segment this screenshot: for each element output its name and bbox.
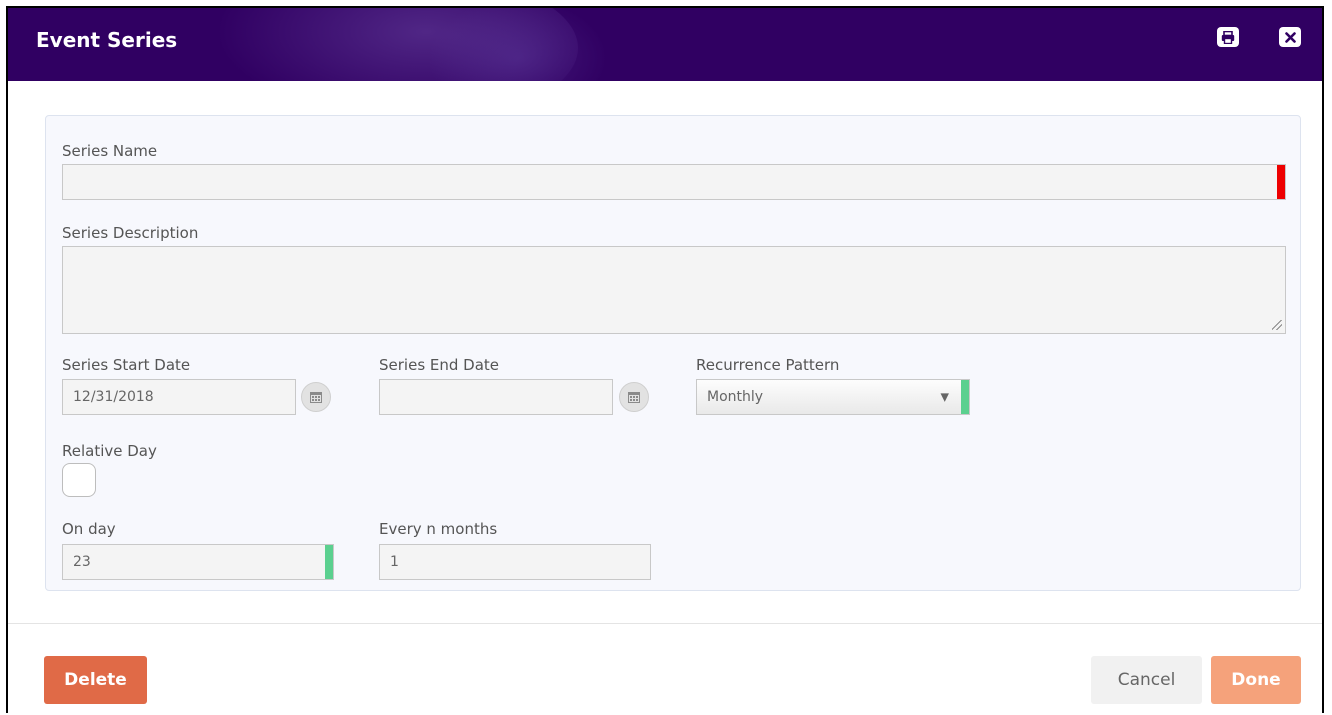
relative-day-label: Relative Day	[62, 442, 157, 460]
recurrence-pattern-select[interactable]: Monthly ▼	[696, 379, 970, 415]
on-day-input[interactable]: 23	[62, 544, 334, 580]
delete-button[interactable]: Delete	[44, 656, 147, 704]
close-button[interactable]	[1279, 27, 1301, 47]
series-name-input[interactable]	[62, 164, 1286, 200]
form-panel: Series Name Series Description Series St…	[45, 115, 1301, 591]
series-end-date-input[interactable]	[379, 379, 613, 415]
calendar-icon	[628, 391, 640, 403]
recurrence-pattern-value: Monthly	[707, 389, 764, 405]
dialog-title: Event Series	[36, 28, 178, 52]
series-end-date-label: Series End Date	[379, 356, 500, 374]
recurrence-pattern-label: Recurrence Pattern	[696, 356, 840, 374]
on-day-label: On day	[62, 520, 116, 538]
print-button[interactable]	[1217, 27, 1239, 47]
header-decoration	[428, 8, 608, 81]
every-n-months-label: Every n months	[379, 520, 498, 538]
close-icon	[1284, 31, 1296, 43]
end-date-calendar-button[interactable]	[619, 382, 649, 412]
relative-day-checkbox[interactable]	[62, 463, 96, 497]
on-day-value: 23	[73, 554, 91, 570]
valid-indicator	[961, 380, 969, 414]
resize-handle[interactable]	[1272, 320, 1282, 330]
print-icon	[1221, 30, 1235, 44]
series-start-date-input[interactable]: 12/31/2018	[62, 379, 296, 415]
cancel-button[interactable]: Cancel	[1091, 656, 1202, 704]
valid-indicator	[325, 545, 333, 579]
dialog-header: Event Series	[8, 8, 1322, 81]
series-description-label: Series Description	[62, 224, 199, 242]
done-button[interactable]: Done	[1211, 656, 1301, 704]
series-start-date-value: 12/31/2018	[73, 389, 154, 405]
dropdown-arrow-icon: ▼	[940, 390, 949, 404]
series-start-date-label: Series Start Date	[62, 356, 191, 374]
every-n-months-value: 1	[390, 554, 399, 570]
required-indicator	[1277, 165, 1285, 199]
start-date-calendar-button[interactable]	[301, 382, 331, 412]
every-n-months-input[interactable]: 1	[379, 544, 651, 580]
series-description-textarea[interactable]	[62, 246, 1286, 334]
calendar-icon	[310, 391, 322, 403]
series-name-label: Series Name	[62, 142, 158, 160]
footer-divider	[8, 623, 1322, 624]
event-series-dialog: Event Series Series Name Series Descript…	[6, 6, 1324, 713]
